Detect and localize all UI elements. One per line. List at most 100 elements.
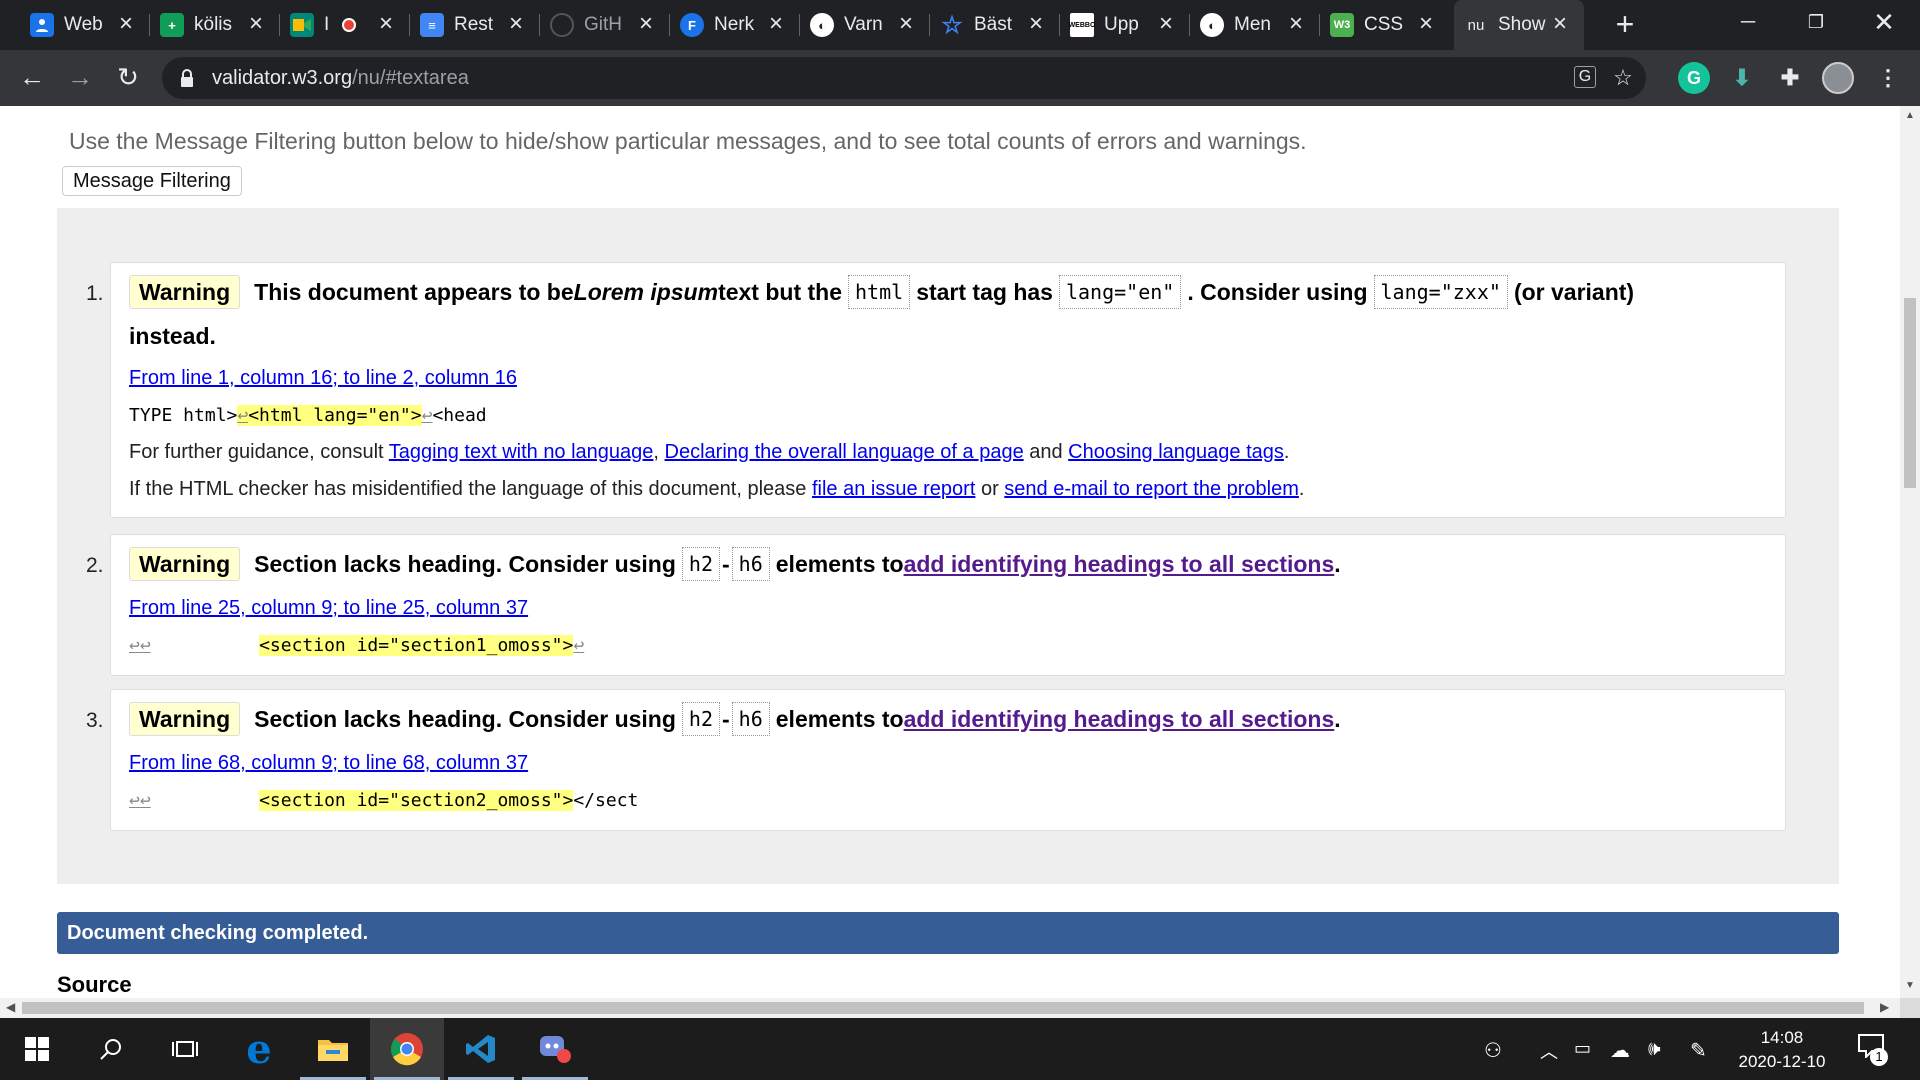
close-tab-icon[interactable]: × [894,12,918,37]
task-view-button[interactable] [148,1018,222,1080]
sheets-icon: + [160,13,184,37]
declaring-language-link[interactable]: Declaring the overall language of a page [665,441,1024,463]
grammarly-icon[interactable]: G [1678,62,1710,94]
close-window-button[interactable]: ✕ [1854,0,1914,50]
chrome-menu-icon[interactable]: ⋮ [1872,62,1904,94]
reload-button[interactable]: ↻ [110,60,146,96]
close-tab-icon[interactable]: × [1024,12,1048,37]
message-part: elements to [775,550,904,577]
system-clock[interactable]: 14:08 2020-12-10 [1712,1026,1852,1074]
tab-4[interactable]: ≡ Rest × [410,0,540,50]
tab-6[interactable]: F Nerk × [670,0,800,50]
vscode-app[interactable] [444,1018,518,1080]
tab-2[interactable]: + kölis × [150,0,280,50]
extract-pre: TYPE html> [129,405,238,426]
start-button[interactable] [0,1018,74,1080]
nu-icon: nu [1467,16,1485,34]
url-text: validator.w3.org/nu/#textarea [212,67,469,90]
tab-7[interactable]: ◐ Varn × [800,0,930,50]
translate-icon[interactable]: G [1574,66,1596,88]
dash: - [722,550,730,577]
battery-icon[interactable]: ▭ [1574,1038,1591,1059]
webbo-icon: WEBBO [1069,13,1095,37]
filtering-intro: Use the Message Filtering button below t… [69,128,1307,154]
restore-button[interactable]: ❐ [1786,0,1846,50]
meet-icon [290,13,314,37]
chrome-app[interactable] [370,1018,444,1080]
message-text: Warning Section lacks heading. Consider … [129,702,1341,736]
new-tab-button[interactable]: + [1606,6,1644,44]
send-email-link[interactable]: send e-mail to report the problem [1004,478,1299,500]
search-button[interactable] [74,1018,148,1080]
onedrive-icon[interactable]: ☁ [1610,1038,1630,1063]
close-tab-icon[interactable]: × [374,12,398,37]
message-number: 1. [86,282,104,305]
browser-toolbar: ← → ↻ validator.w3.org/nu/#textarea G ☆ … [0,50,1920,106]
return-icon: ↩ [421,405,433,426]
pen-icon[interactable]: ✎ [1690,1038,1707,1063]
edge-app[interactable]: e [222,1018,296,1080]
headings-link[interactable]: add identifying headings to all sections [904,706,1335,733]
file-issue-link[interactable]: file an issue report [812,478,975,500]
scroll-up-icon[interactable]: ▲ [1904,110,1916,121]
close-tab-icon[interactable]: × [1414,12,1438,37]
chrome-icon [391,1033,423,1066]
code-snippet: h6 [731,702,770,736]
horizontal-scrollbar[interactable]: ◀ ▶ [0,998,1900,1018]
close-tab-icon[interactable]: × [1548,12,1572,37]
tab-9[interactable]: WEBBO Upp × [1060,0,1190,50]
scrollbar-thumb[interactable] [22,1002,1864,1014]
vscode-icon [466,1035,495,1063]
scroll-right-icon[interactable]: ▶ [1880,1000,1889,1014]
dash: - [722,705,730,732]
report-text: or [975,478,1005,500]
discord-app[interactable] [518,1018,592,1080]
message-filtering-button[interactable]: Message Filtering [62,166,242,196]
tab-strip: Web × + kölis × I × ≡ Rest × GitH × F Ne… [0,0,1920,50]
profile-avatar[interactable] [1822,62,1854,94]
tab-5[interactable]: GitH × [540,0,670,50]
choosing-tags-link[interactable]: Choosing language tags [1068,441,1284,463]
scroll-down-icon[interactable]: ▼ [1904,980,1916,991]
tab-8[interactable]: ☆ Bäst × [930,0,1060,50]
forward-button[interactable]: → [62,60,98,96]
tab-1[interactable]: Web × [20,0,150,50]
close-tab-icon[interactable]: × [764,12,788,37]
scrollbar-thumb[interactable] [1904,298,1916,488]
people-icon[interactable]: ⚇ [1484,1038,1502,1063]
headings-link[interactable]: add identifying headings to all sections [904,551,1335,578]
code-extract: TYPE html>↩<html lang="en">↩<head [129,405,487,426]
tab-12-active[interactable]: nu Show × [1454,0,1584,50]
message-part: . Consider using [1187,278,1368,305]
extensions-puzzle-icon[interactable]: ✚ [1774,62,1806,94]
tab-11[interactable]: W3 CSS × [1320,0,1450,50]
close-tab-icon[interactable]: × [634,12,658,37]
file-explorer-app[interactable] [296,1018,370,1080]
action-center-button[interactable]: 1 [1858,1034,1888,1066]
location-link[interactable]: From line 68, column 9; to line 68, colu… [129,752,528,775]
location-link[interactable]: From line 1, column 16; to line 2, colum… [129,367,517,390]
minimize-button[interactable]: ─ [1718,0,1778,50]
scroll-left-icon[interactable]: ◀ [6,1000,15,1014]
close-tab-icon[interactable]: × [114,12,138,37]
user-icon [30,13,54,37]
tagging-link[interactable]: Tagging text with no language [389,441,654,463]
show-hidden-icons-icon[interactable]: ︿ [1540,1038,1558,1064]
close-tab-icon[interactable]: × [1154,12,1178,37]
search-icon [100,1039,121,1060]
bookmark-star-icon[interactable]: ☆ [1610,66,1636,92]
address-bar[interactable]: validator.w3.org/nu/#textarea G ☆ [162,57,1646,99]
back-button[interactable]: ← [14,60,50,96]
extension-pin-icon[interactable]: ⬇ [1726,62,1758,94]
vertical-scrollbar[interactable]: ▲ ▼ [1900,106,1920,998]
volume-icon[interactable]: 🕪 [1648,1038,1661,1061]
close-tab-icon[interactable]: × [504,12,528,37]
tab-3[interactable]: I × [280,0,410,50]
close-tab-icon[interactable]: × [1284,12,1308,37]
close-tab-icon[interactable]: × [244,12,268,37]
warning-badge: Warning [129,547,241,581]
location-link[interactable]: From line 25, column 9; to line 25, colu… [129,597,528,620]
tab-10[interactable]: ◐ Men × [1190,0,1320,50]
message-part: start tag has [916,278,1053,305]
message-part: (or variant) [1513,278,1635,305]
